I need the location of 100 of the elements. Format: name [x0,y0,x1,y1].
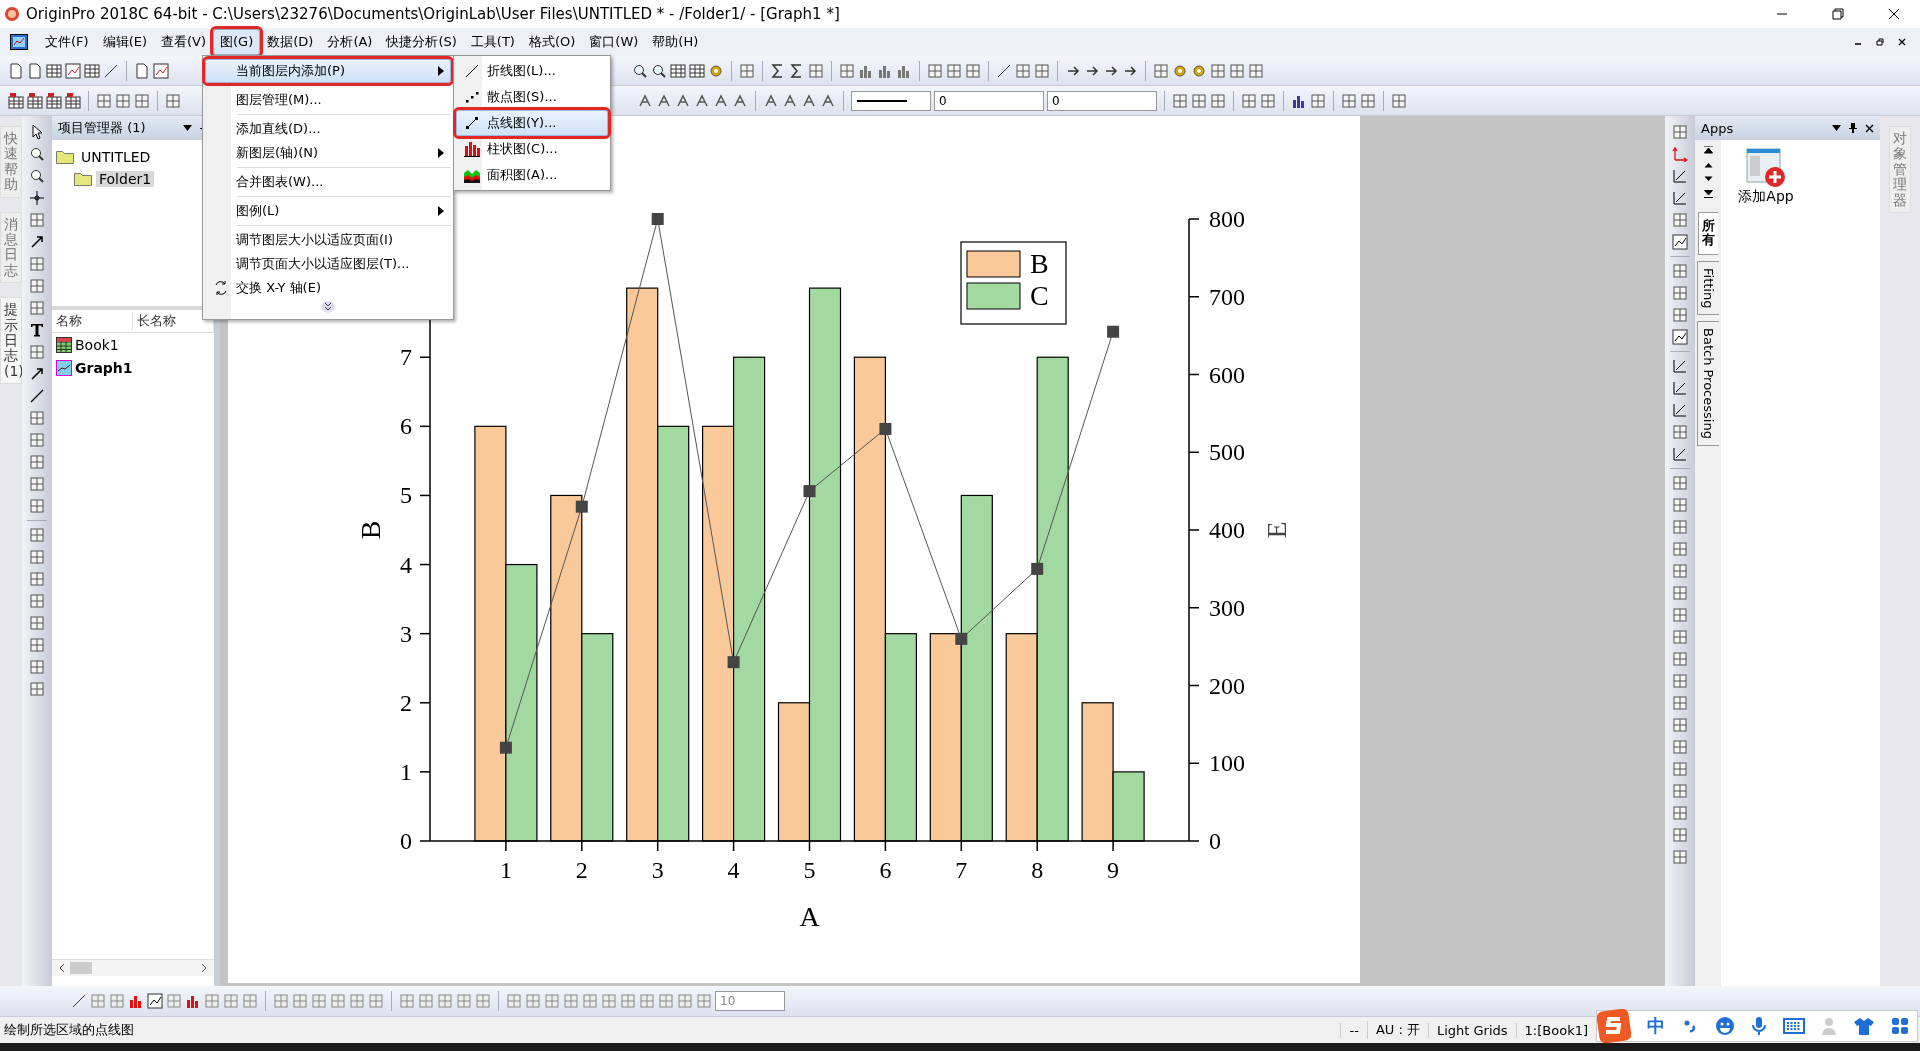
grid-icon[interactable] [311,993,327,1009]
grid-icon[interactable] [1153,62,1169,79]
format-icon[interactable] [675,92,691,109]
format-icon[interactable] [801,92,817,109]
grid-icon[interactable] [601,993,617,1009]
grid-icon[interactable] [273,993,289,1009]
arrow-icon[interactable] [29,234,45,250]
grid-icon[interactable] [29,476,45,492]
menu-item[interactable]: 数据(D) [260,29,321,55]
menu-item[interactable]: 点线图(Y)... [456,110,608,136]
line-icon[interactable] [1672,168,1688,184]
page-icon[interactable] [8,62,24,79]
grid-icon[interactable] [1672,519,1688,535]
menu-item[interactable]: 散点图(S)... [456,84,608,110]
scroll-right-icon[interactable] [200,963,208,973]
grid-icon[interactable] [620,993,636,1009]
format-icon[interactable] [713,92,729,109]
menu-item[interactable]: 文件(F) [38,29,96,55]
horizontal-scrollbar[interactable] [52,959,214,976]
magnifier-icon[interactable] [29,168,45,184]
menu-item[interactable]: 帮助(H) [645,29,706,55]
side-tab[interactable]: 提示日志 (1) [0,297,22,385]
tree-item[interactable]: Folder1 [96,171,155,187]
grid-icon[interactable] [1672,475,1688,491]
grid-icon[interactable] [29,410,45,426]
grid-icon[interactable] [544,993,560,1009]
grid-icon[interactable] [1672,717,1688,733]
scroll-thumb[interactable] [70,962,92,974]
side-tab[interactable]: 消息日志 [0,211,22,284]
format-icon[interactable] [732,92,748,109]
table-icon[interactable] [27,92,43,109]
pointer-icon[interactable] [29,124,45,140]
panel-tab[interactable]: Fitting [1697,260,1719,316]
graph-window-icon[interactable] [10,34,28,50]
line-icon[interactable] [1672,380,1688,396]
table-icon[interactable] [84,62,100,79]
grid-icon[interactable] [134,92,150,109]
app-label[interactable]: 添加App [1738,188,1794,206]
restore-icon[interactable] [1832,8,1844,20]
table-icon[interactable] [46,92,62,109]
menu-item[interactable]: 交换 X-Y 轴(E) [205,276,451,300]
menu-item[interactable]: 编辑(E) [95,29,154,55]
grid-icon[interactable] [29,278,45,294]
grid-icon[interactable] [456,993,472,1009]
side-tab[interactable]: 快速帮助 [0,126,22,198]
grid-icon[interactable] [29,593,45,609]
line-icon[interactable] [996,62,1012,79]
grid-icon[interactable] [1672,124,1688,140]
format-icon[interactable] [637,92,653,109]
menu-item[interactable]: 查看(V) [154,29,214,55]
table-icon[interactable] [65,92,81,109]
grid-icon[interactable] [165,92,181,109]
grid-icon[interactable] [29,344,45,360]
grid-icon[interactable] [1341,92,1357,109]
restore-icon[interactable] [1876,38,1884,46]
menu-item[interactable]: 面积图(A)... [456,162,608,188]
file-item[interactable]: Graph1 [75,359,133,376]
line-icon[interactable] [1672,402,1688,418]
grid-icon[interactable] [29,571,45,587]
text-tool-icon[interactable] [29,322,45,338]
grid-icon[interactable] [437,993,453,1009]
grid-icon[interactable] [1310,92,1326,109]
line-icon[interactable] [71,993,87,1009]
grid-icon[interactable] [29,681,45,697]
gear-icon[interactable] [1191,62,1207,79]
grid-icon[interactable] [1672,761,1688,777]
grid-icon[interactable] [1248,62,1264,79]
grid-icon[interactable] [563,993,579,1009]
shirt-icon[interactable] [1853,1017,1875,1035]
grid-icon[interactable] [696,993,712,1009]
grid-icon[interactable] [1260,92,1276,109]
grid-icon[interactable] [677,993,693,1009]
grid-icon[interactable] [1210,92,1226,109]
arrow-icon[interactable] [29,366,45,382]
menu-item[interactable]: 柱状图(C)... [456,136,608,162]
grid-icon[interactable] [292,993,308,1009]
grid-icon[interactable] [1672,307,1688,323]
table-icon[interactable] [689,62,705,79]
menu-item[interactable]: 图层管理(M)... [205,88,451,112]
gear-icon[interactable] [708,62,724,79]
grid-icon[interactable] [1015,62,1031,79]
grid-icon[interactable] [1672,739,1688,755]
grid-icon[interactable] [475,993,491,1009]
side-tab[interactable]: 对象管理器 [1889,126,1911,213]
line-icon[interactable] [29,388,45,404]
grid-icon[interactable] [349,993,365,1009]
menu-item[interactable]: 添加直线(D)... [205,117,451,141]
grid-icon[interactable] [1672,263,1688,279]
value-dropdown[interactable]: 10 [715,991,785,1011]
grid-icon[interactable] [1672,629,1688,645]
dropdown-icon[interactable] [183,125,192,131]
grid-icon[interactable] [1672,285,1688,301]
grid-icon[interactable] [1391,92,1407,109]
menu-item[interactable]: 合并图表(W)... [205,170,451,194]
grid-icon[interactable] [1191,92,1207,109]
grid-icon[interactable] [739,62,755,79]
grid-icon[interactable] [29,549,45,565]
grid-icon[interactable] [115,92,131,109]
keyboard-icon[interactable] [1783,1018,1805,1034]
close-icon[interactable] [1898,38,1906,46]
